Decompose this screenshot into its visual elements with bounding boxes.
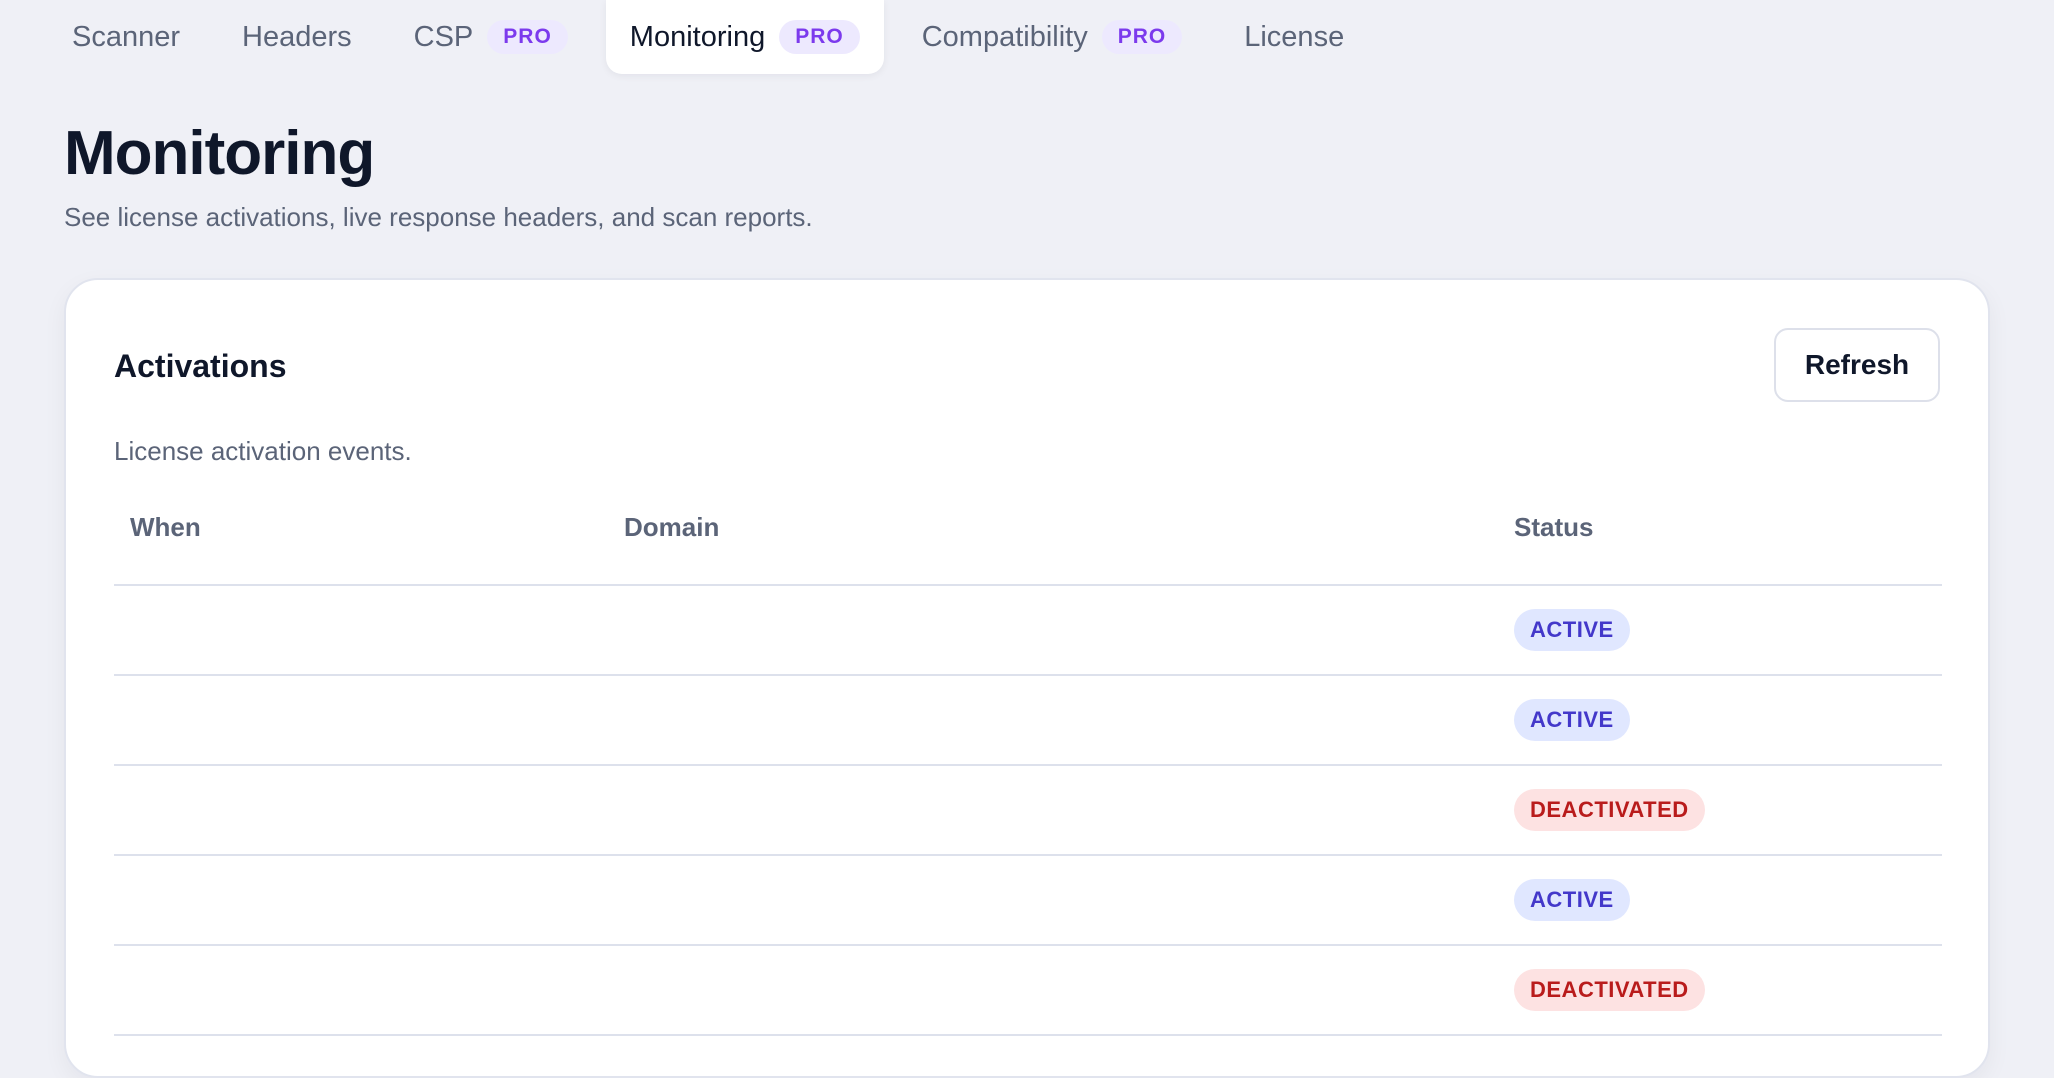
cell-status: DEACTIVATED — [1514, 946, 1705, 1034]
cell-status: ACTIVE — [1514, 856, 1630, 944]
cell-status: ACTIVE — [1514, 586, 1630, 674]
tab-label: Scanner — [72, 20, 181, 53]
table-row: DEACTIVATED — [114, 946, 1942, 1036]
pro-badge: PRO — [1101, 20, 1183, 54]
status-badge: ACTIVE — [1514, 699, 1630, 741]
activations-card: Activations Refresh License activation e… — [64, 278, 1990, 1078]
cell-status: ACTIVE — [1514, 676, 1630, 764]
tab-label: Headers — [242, 20, 352, 53]
tab-label: Monitoring — [629, 20, 766, 53]
tab-label: License — [1244, 20, 1345, 53]
table-row: DEACTIVATED — [114, 766, 1942, 856]
pro-badge: PRO — [779, 20, 860, 54]
table-row: ACTIVE — [114, 856, 1942, 946]
tab-scanner[interactable]: Scanner — [48, 0, 204, 74]
page-subtitle: See license activations, live response h… — [64, 202, 813, 232]
card-title: Activations — [114, 348, 287, 384]
top-nav-tabs: Scanner Headers CSP PRO Monitoring PRO C… — [48, 0, 1374, 74]
column-header-when[interactable]: When — [130, 512, 201, 543]
tab-monitoring[interactable]: Monitoring PRO — [605, 0, 884, 74]
refresh-button[interactable]: Refresh — [1774, 328, 1940, 402]
status-badge: ACTIVE — [1514, 879, 1630, 921]
table-header: When Domain Status — [114, 494, 1942, 586]
table-row: ACTIVE — [114, 586, 1942, 676]
card-description: License activation events. — [114, 436, 412, 466]
pro-badge: PRO — [487, 20, 568, 54]
status-badge: ACTIVE — [1514, 609, 1630, 651]
tab-csp[interactable]: CSP PRO — [390, 0, 592, 74]
tab-label: Compatibility — [921, 20, 1088, 53]
page-title: Monitoring — [64, 119, 375, 188]
tab-label: CSP — [413, 20, 474, 53]
activations-table: When Domain Status ACTIVE ACTIVE DEACTIV… — [114, 494, 1942, 1036]
tab-license[interactable]: License — [1220, 0, 1368, 74]
cell-status: DEACTIVATED — [1514, 766, 1705, 854]
status-badge: DEACTIVATED — [1514, 789, 1705, 831]
status-badge: DEACTIVATED — [1514, 969, 1705, 1011]
tab-compatibility[interactable]: Compatibility PRO — [898, 0, 1207, 74]
tab-headers[interactable]: Headers — [218, 0, 376, 74]
column-header-domain[interactable]: Domain — [624, 512, 719, 543]
table-row: ACTIVE — [114, 676, 1942, 766]
column-header-status[interactable]: Status — [1514, 512, 1593, 543]
